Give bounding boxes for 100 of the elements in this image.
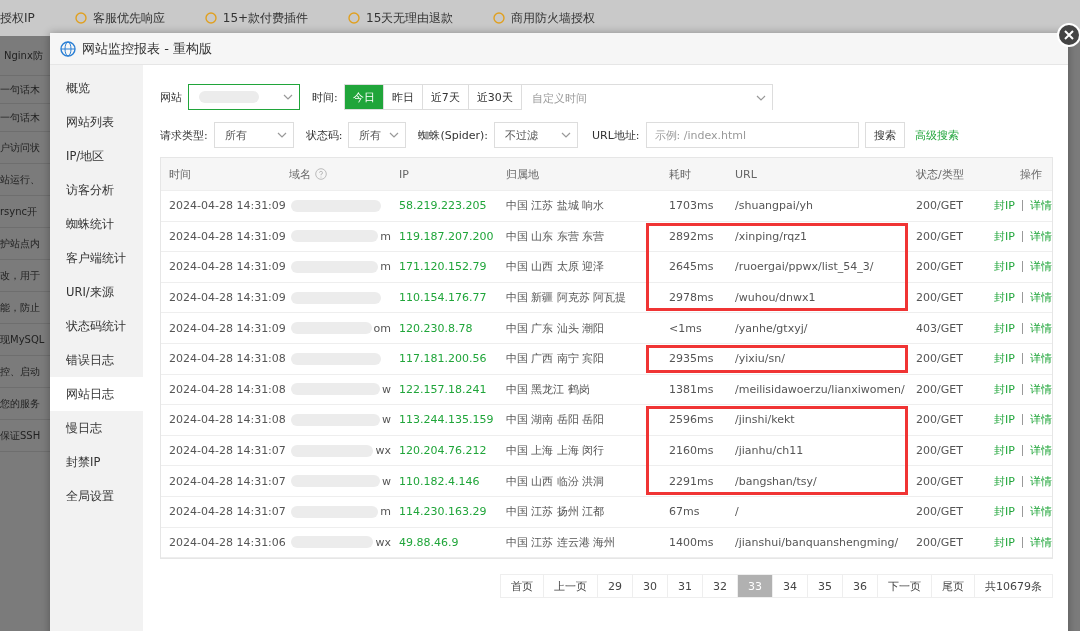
column-header: URL xyxy=(734,166,758,183)
page-button[interactable]: 34 xyxy=(772,574,808,599)
table-cell-text: 200/GET xyxy=(915,473,964,490)
chevron-down-icon xyxy=(389,132,400,138)
table-cell-text: /shuangpai/yh xyxy=(734,198,815,215)
table-cell-text: 200/GET xyxy=(915,259,964,276)
background-text: Nginx防 xyxy=(4,48,43,63)
spider-select[interactable]: 不过滤 xyxy=(494,122,579,148)
table-cell: 2291ms xyxy=(669,474,714,488)
table-cell-text: 200/GET xyxy=(915,290,964,307)
column-header: 归属地 xyxy=(505,166,540,183)
table-cell-text: 中国 广西 南宁 宾阳 xyxy=(505,351,606,368)
background-text: 现MySQL xyxy=(0,332,45,347)
circle-icon xyxy=(493,12,506,24)
status-code-select[interactable]: 所有 xyxy=(348,122,407,148)
site-select[interactable] xyxy=(188,84,300,110)
top-bar-text: 15天无理由退款 xyxy=(366,9,454,27)
background-text: 您的服务 xyxy=(0,396,40,411)
table-cell: 2892ms xyxy=(669,229,714,243)
table-cell-text: /jianshui/banquanshengming/ xyxy=(734,534,900,551)
sidebar-item[interactable]: 蜘蛛统计 xyxy=(50,207,143,241)
window-title: 网站监控报表 - 重构版 xyxy=(82,39,212,58)
url-input[interactable]: 示例: /index.html xyxy=(645,122,859,148)
table-cell-text: /wuhou/dnwx1 xyxy=(734,290,817,307)
ip-cell-text: 113.244.135.159 xyxy=(398,412,495,429)
table-cell: m xyxy=(380,260,391,274)
column-header: 耗时 xyxy=(668,166,692,183)
table-cell: 2935ms xyxy=(669,352,714,366)
table-cell-text: 中国 上海 上海 闵行 xyxy=(505,443,606,460)
ip-cell-text: 120.204.76.212 xyxy=(398,443,488,460)
table-cell: 67ms xyxy=(669,505,700,519)
background-text: 户访问状 xyxy=(0,140,40,155)
sidebar-item[interactable]: 状态码统计 xyxy=(50,309,143,343)
table-cell-text: 中国 黑龙江 鹤岗 xyxy=(505,381,591,398)
time-label: 时间: xyxy=(312,89,338,105)
sidebar-item[interactable]: 错误日志 xyxy=(50,343,143,377)
ip-cell-text: 117.181.200.56 xyxy=(398,351,488,368)
background-text: 护站点内 xyxy=(0,236,40,251)
table-cell-text: 中国 广东 汕头 潮阳 xyxy=(505,320,606,337)
page-button[interactable]: 32 xyxy=(702,574,738,599)
table-cell-text: 200/GET xyxy=(915,198,964,215)
page-button[interactable]: 首页 xyxy=(500,574,544,599)
page-button[interactable]: 29 xyxy=(597,574,633,599)
sidebar-item[interactable]: 概览 xyxy=(50,71,143,105)
sidebar-item[interactable]: 访客分析 xyxy=(50,173,143,207)
top-bar-text: 客服优先响应 xyxy=(92,9,165,27)
table-cell: w xyxy=(382,474,391,488)
table-cell: 2645ms xyxy=(669,260,714,274)
table-cell: 1381ms xyxy=(669,382,714,396)
ip-cell-text: 110.182.4.146 xyxy=(398,473,481,490)
url-label: URL地址: xyxy=(592,127,640,143)
table-cell-text: /jinshi/kekt xyxy=(734,412,796,429)
request-type-label: 请求类型: xyxy=(160,127,208,143)
table-cell: 1400ms xyxy=(669,535,714,549)
table-cell-text: /yixiu/sn/ xyxy=(734,351,786,368)
spider-label: 蜘蛛(Spider): xyxy=(418,127,489,143)
ip-cell-text: 110.154.176.77 xyxy=(398,290,488,307)
table-cell-text: 中国 江苏 连云港 海州 xyxy=(505,534,617,551)
chevron-down-icon xyxy=(283,94,293,100)
background-text: rsync开 xyxy=(0,204,38,219)
table-cell: m xyxy=(380,229,391,243)
sidebar-item[interactable]: 客户端统计 xyxy=(50,241,143,275)
background-text: 能，防止 xyxy=(0,300,40,315)
sidebar-item[interactable]: 网站日志 xyxy=(50,377,143,411)
sidebar-item[interactable]: URI/来源 xyxy=(50,275,143,309)
status-code-label: 状态码: xyxy=(305,127,343,143)
table-cell-text: /ruoergai/ppwx/list_54_3/ xyxy=(734,259,875,276)
page-button[interactable]: 尾页 xyxy=(931,574,975,599)
globe-icon xyxy=(60,40,76,57)
table-cell: 2160ms xyxy=(669,444,714,458)
sidebar-item[interactable]: 封禁IP xyxy=(50,445,143,479)
page-button[interactable]: 31 xyxy=(667,574,703,599)
sidebar-item[interactable]: 网站列表 xyxy=(50,105,143,139)
search-button[interactable]: 搜索 xyxy=(864,122,905,148)
background-text: 改，用于 xyxy=(0,268,40,283)
table-cell: 2596ms xyxy=(669,413,714,427)
background-text: 站运行、 xyxy=(0,172,40,187)
table-cell-text: 中国 山西 临汾 洪洞 xyxy=(505,473,606,490)
sidebar-item[interactable]: 全局设置 xyxy=(50,479,143,513)
page-button[interactable]: 30 xyxy=(632,574,668,599)
top-bar-text: 商用防火墙授权 xyxy=(511,9,596,27)
chevron-down-icon xyxy=(276,132,287,138)
table-cell-text: 200/GET xyxy=(915,412,964,429)
column-header: 域名 xyxy=(281,158,391,190)
sidebar-item[interactable]: IP/地区 xyxy=(50,139,143,173)
page-button[interactable]: 下一页 xyxy=(877,574,932,599)
close-icon xyxy=(1064,30,1074,40)
page-button[interactable]: 36 xyxy=(842,574,878,599)
column-header: 状态/类型 xyxy=(915,166,965,183)
page-button[interactable]: 上一页 xyxy=(543,574,598,599)
total-count: 共10679条 xyxy=(974,574,1053,599)
table-cell-text: 403/GET xyxy=(915,320,964,337)
table-cell: 2978ms xyxy=(669,291,714,305)
page-button[interactable]: 35 xyxy=(807,574,843,599)
ip-cell-text: 49.88.46.9 xyxy=(398,534,460,551)
table-cell: wx xyxy=(375,535,391,549)
request-type-select[interactable]: 所有 xyxy=(213,122,294,148)
sidebar-item[interactable]: 慢日志 xyxy=(50,411,143,445)
circle-icon xyxy=(348,12,361,24)
table-cell-text: /bangshan/tsy/ xyxy=(734,473,818,490)
